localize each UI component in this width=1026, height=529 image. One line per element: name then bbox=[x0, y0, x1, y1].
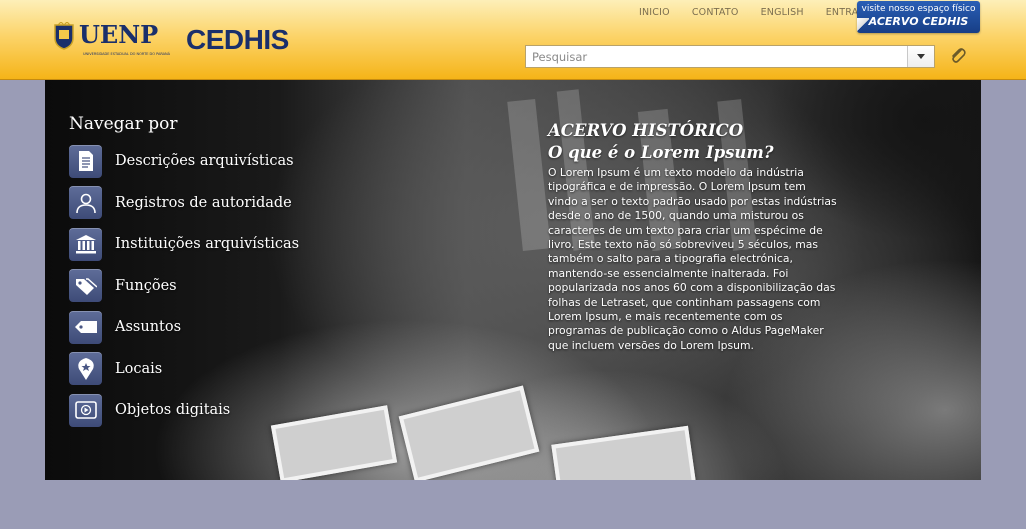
person-icon bbox=[69, 186, 102, 219]
badge-line1: visite nosso espaço físico bbox=[861, 4, 976, 14]
tags-icon bbox=[69, 269, 102, 302]
browse-item-label: Instituições arquivísticas bbox=[115, 236, 300, 252]
browse-item-label: Registros de autoridade bbox=[115, 194, 292, 211]
crest-icon bbox=[54, 22, 74, 50]
browse-item-label: Assuntos bbox=[115, 319, 182, 335]
search-box bbox=[525, 45, 935, 68]
panel-title: ACERVO HISTÓRICO bbox=[548, 121, 744, 140]
tag-icon bbox=[69, 310, 102, 344]
top-nav: INICIO CONTATO ENGLISH ENTRAR bbox=[639, 7, 887, 18]
site-header: UENP UNIVERSIDADE ESTADUAL DO NORTE DO P… bbox=[0, 0, 1026, 80]
browse-item-descricoes[interactable]: Descrições arquivísticas bbox=[69, 144, 299, 178]
uenp-logo[interactable]: UENP UNIVERSIDADE ESTADUAL DO NORTE DO P… bbox=[53, 20, 170, 58]
acervo-badge-link[interactable]: visite nosso espaço físico ACERVO CEDHIS bbox=[857, 1, 980, 33]
browse-item-locais[interactable]: Locais bbox=[69, 352, 299, 386]
browse-item-objetos[interactable]: Objetos digitais bbox=[69, 393, 299, 427]
nav-contato-link[interactable]: CONTATO bbox=[692, 7, 739, 18]
search-input[interactable] bbox=[526, 46, 918, 68]
page-curl-decoration bbox=[857, 18, 869, 33]
media-icon bbox=[69, 393, 102, 427]
browse-item-assuntos[interactable]: Assuntos bbox=[69, 310, 299, 344]
browse-item-label: Funções bbox=[115, 277, 177, 294]
browse-list: Descrições arquivísticas Registros de au… bbox=[69, 144, 299, 435]
info-panel: ACERVO HISTÓRICO O que é o Lorem Ipsum? … bbox=[548, 120, 838, 353]
book-spine-decoration bbox=[507, 98, 551, 252]
nav-inicio-link[interactable]: INICIO bbox=[639, 7, 670, 18]
map-pin-icon bbox=[69, 352, 102, 385]
brand-name: UENP bbox=[79, 20, 159, 49]
panel-body: O Lorem Ipsum é um texto modelo da indús… bbox=[548, 166, 837, 352]
badge-line2: ACERVO CEDHIS bbox=[868, 15, 969, 28]
browse-item-registros[interactable]: Registros de autoridade bbox=[69, 186, 299, 220]
nav-english-link[interactable]: ENGLISH bbox=[761, 7, 804, 18]
browse-item-instituicoes[interactable]: Instituições arquivísticas bbox=[69, 227, 299, 261]
brand-subtitle: UNIVERSIDADE ESTADUAL DO NORTE DO PARANÁ bbox=[83, 52, 171, 56]
browse-title: Navegar por bbox=[69, 114, 178, 134]
caret-down-icon bbox=[917, 54, 925, 59]
institution-icon bbox=[69, 227, 102, 261]
browse-item-funcoes[interactable]: Funções bbox=[69, 269, 299, 303]
paperclip-icon[interactable] bbox=[948, 46, 968, 66]
photo-decoration bbox=[398, 385, 540, 480]
browse-item-label: Descrições arquivísticas bbox=[115, 153, 294, 169]
site-title[interactable]: CEDHIS bbox=[186, 24, 289, 56]
panel-subtitle: O que é o Lorem Ipsum? bbox=[548, 143, 774, 162]
browse-item-label: Locais bbox=[115, 360, 163, 377]
browse-item-label: Objetos digitais bbox=[115, 402, 231, 418]
hero-banner: Navegar por Descrições arquivísticas Reg… bbox=[45, 80, 981, 480]
document-icon bbox=[69, 144, 102, 178]
photo-decoration bbox=[551, 425, 697, 480]
search-dropdown-button[interactable] bbox=[907, 46, 934, 67]
